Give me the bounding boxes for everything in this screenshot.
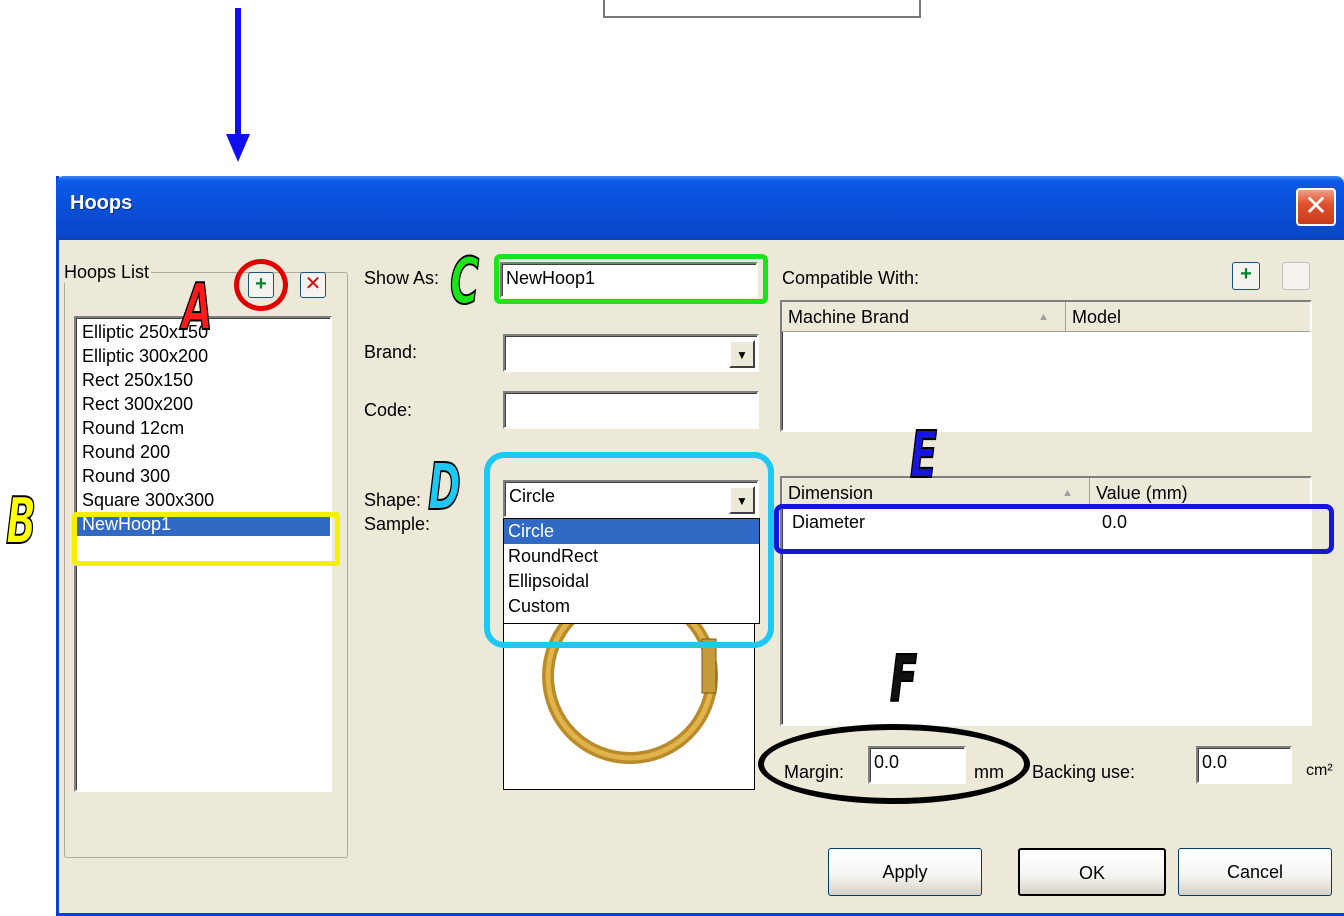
annotation-arrow-icon xyxy=(226,134,250,162)
remove-compatible-button[interactable] xyxy=(1282,262,1310,290)
annotation-box-d xyxy=(484,452,774,648)
shape-label: Shape: xyxy=(364,490,422,510)
code-label: Code: xyxy=(364,400,413,420)
backing-label: Backing use: xyxy=(1032,762,1136,782)
annotation-letter-b: B xyxy=(5,485,37,559)
backing-input[interactable]: 0.0 xyxy=(1196,746,1292,784)
list-item[interactable]: Square 300x300 xyxy=(76,488,330,512)
column-label: Model xyxy=(1072,307,1122,327)
column-header-value[interactable]: Value (mm) xyxy=(1090,478,1310,507)
code-input[interactable] xyxy=(503,391,759,429)
list-item[interactable]: Elliptic 300x200 xyxy=(76,344,330,368)
annotation-letter-a: A xyxy=(181,271,213,345)
close-icon: ✕ xyxy=(1304,190,1328,221)
window-title: Hoops xyxy=(70,192,133,214)
list-item[interactable]: Round 12cm xyxy=(76,416,330,440)
annotation-letter-e: E xyxy=(909,419,938,493)
cancel-button[interactable]: Cancel xyxy=(1178,848,1332,896)
annotation-letter-d: D xyxy=(427,451,461,525)
compatible-listview[interactable]: Machine Brand ▲ Model xyxy=(780,300,1312,432)
delete-hoop-button[interactable]: ✕ xyxy=(300,272,326,298)
column-label: Dimension xyxy=(788,483,874,503)
list-item[interactable]: Rect 300x200 xyxy=(76,392,330,416)
annotation-ring-f xyxy=(758,724,1030,804)
brand-select[interactable] xyxy=(503,334,759,372)
annotation-box-e xyxy=(774,504,1334,554)
annotation-letter-c: C xyxy=(449,245,480,319)
sort-arrow-icon: ▲ xyxy=(1038,311,1049,323)
cropped-field xyxy=(603,0,921,18)
apply-button[interactable]: Apply xyxy=(828,848,982,896)
ok-button[interactable]: OK xyxy=(1018,848,1166,896)
annotation-box-b xyxy=(72,512,340,566)
add-compatible-button[interactable]: + xyxy=(1232,262,1260,290)
delete-icon: ✕ xyxy=(304,273,322,295)
column-header-model[interactable]: Model xyxy=(1066,302,1310,331)
column-label: Machine Brand xyxy=(788,307,910,327)
sort-arrow-icon: ▲ xyxy=(1062,487,1073,499)
column-header-machine-brand[interactable]: Machine Brand ▲ xyxy=(782,302,1066,331)
brand-label: Brand: xyxy=(364,342,418,362)
list-item[interactable]: Rect 250x150 xyxy=(76,368,330,392)
annotation-letter-f: F xyxy=(889,643,918,717)
add-icon: + xyxy=(1240,263,1252,285)
compatible-with-label: Compatible With: xyxy=(782,268,920,288)
list-item[interactable]: Round 300 xyxy=(76,464,330,488)
title-bar xyxy=(56,176,1344,240)
annotation-arrow-shaft xyxy=(235,8,241,136)
hoops-list-legend: Hoops List xyxy=(62,262,152,283)
close-button[interactable]: ✕ xyxy=(1296,188,1336,226)
show-as-label: Show As: xyxy=(364,268,440,288)
dropdown-arrow-icon: ▼ xyxy=(736,348,748,362)
brand-dropdown-button[interactable]: ▼ xyxy=(729,340,755,368)
column-label: Value (mm) xyxy=(1096,483,1188,503)
list-item[interactable]: Round 200 xyxy=(76,440,330,464)
backing-unit: cm² xyxy=(1306,762,1333,779)
annotation-box-c xyxy=(494,254,768,304)
annotation-ring-a xyxy=(234,259,288,311)
sample-label: Sample: xyxy=(364,514,431,534)
